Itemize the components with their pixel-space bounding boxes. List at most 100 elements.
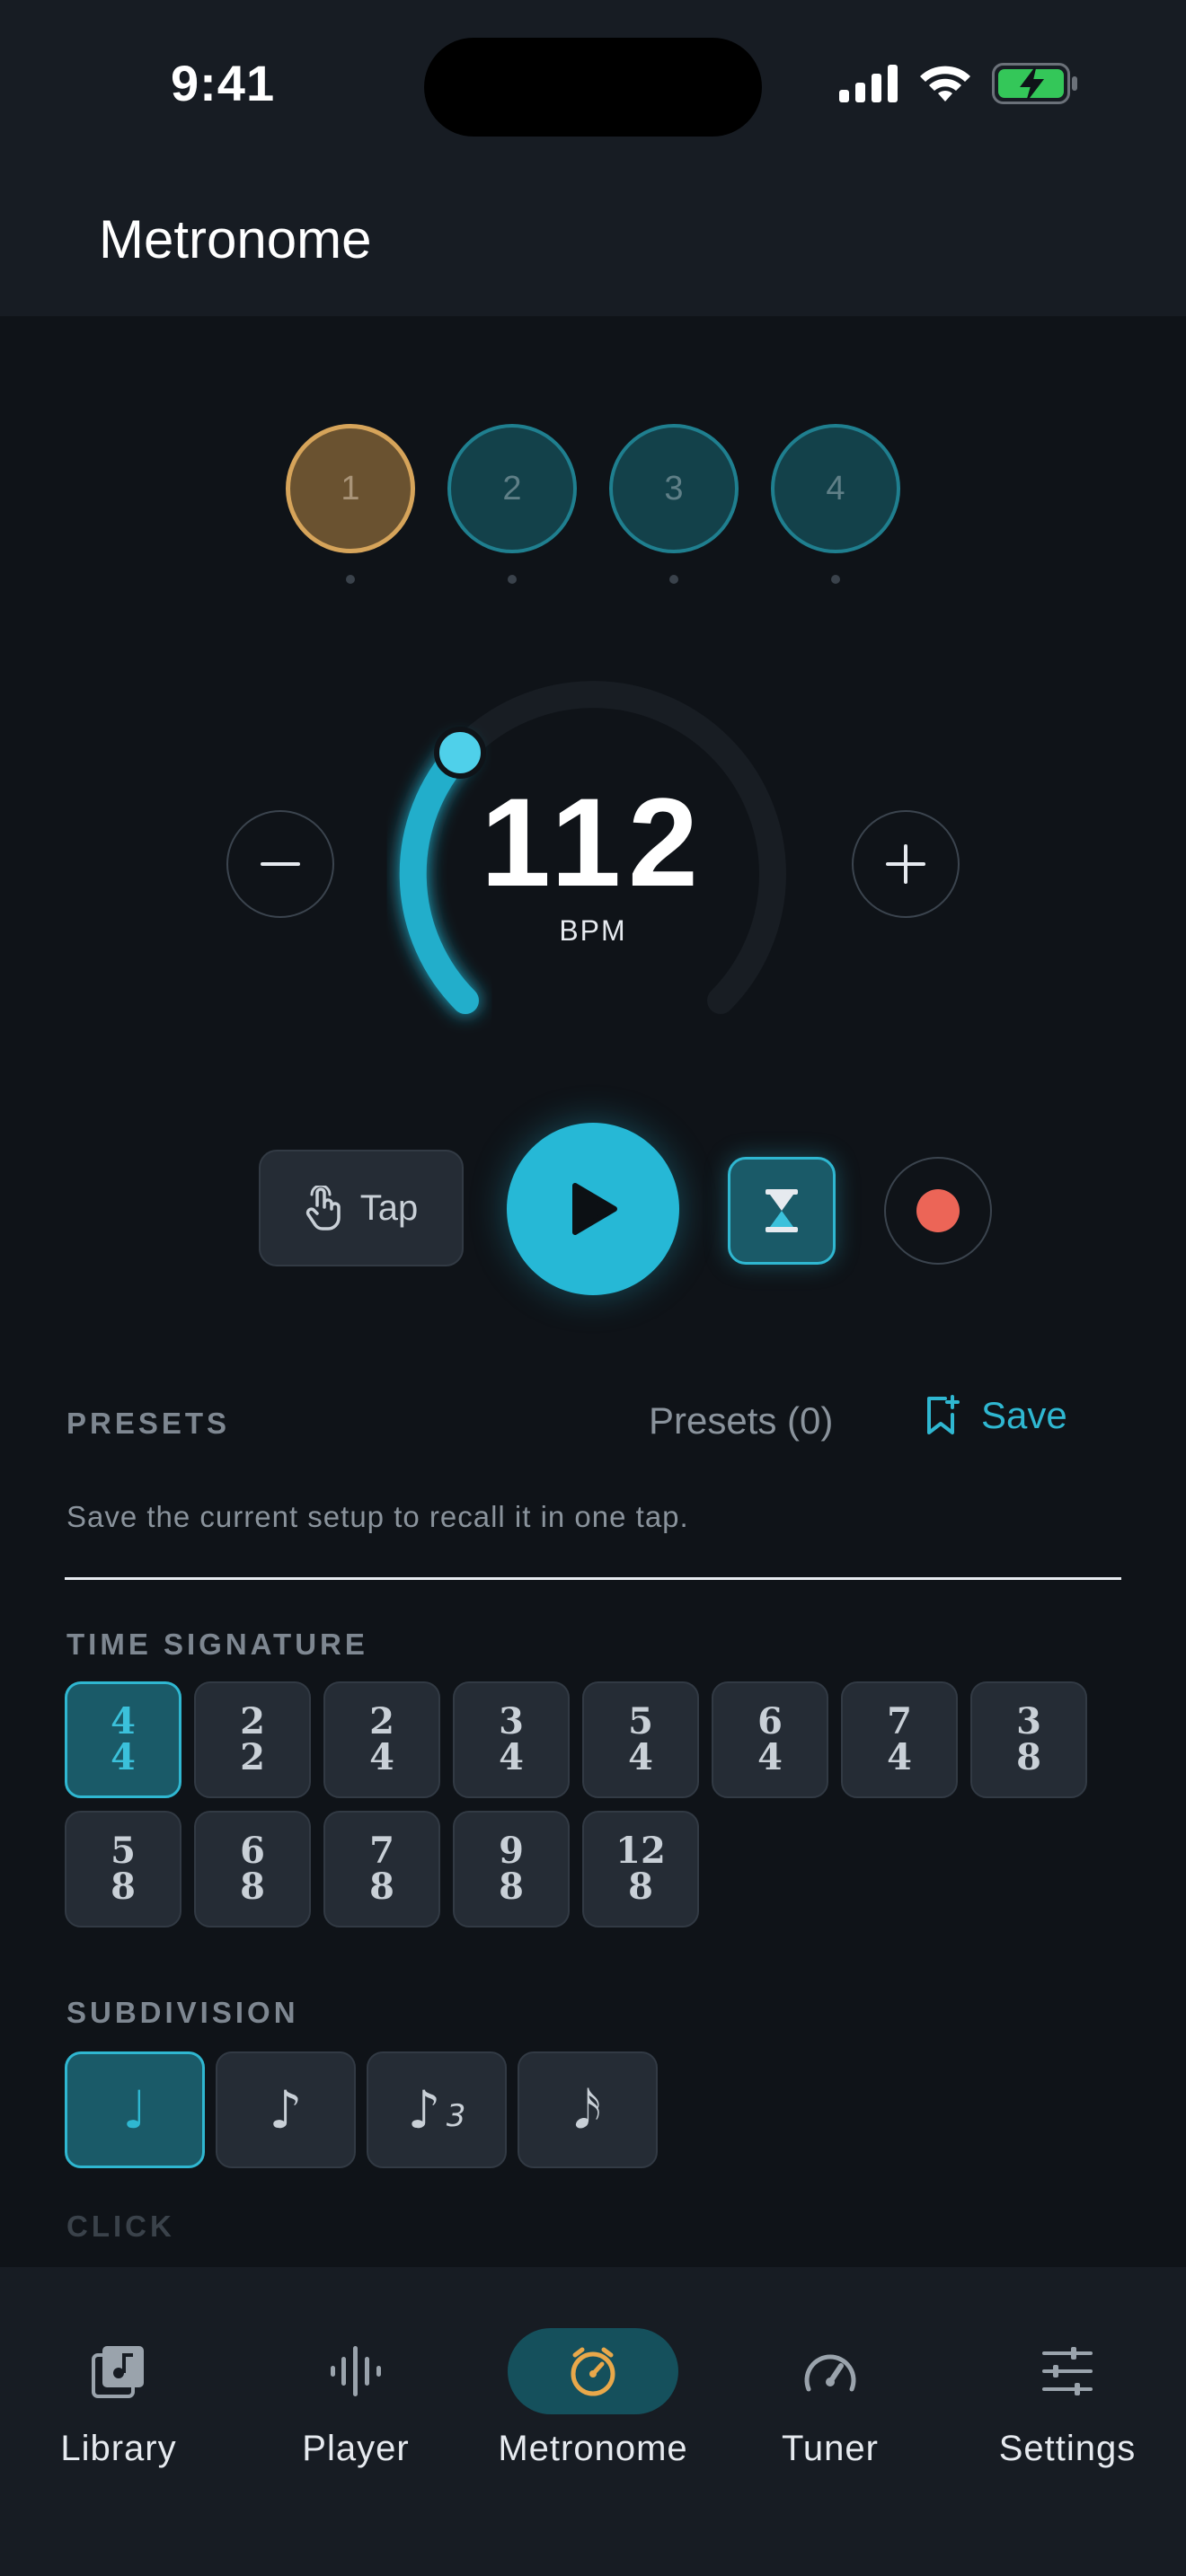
- timer-button[interactable]: [728, 1157, 836, 1265]
- time-signature-numerator: 9: [499, 1830, 524, 1872]
- tap-label: Tap: [359, 1187, 419, 1228]
- time-signature-option[interactable]: 54: [582, 1681, 699, 1798]
- bookmark-plus-icon: [927, 1395, 960, 1434]
- time-signature-numerator: 5: [111, 1830, 136, 1872]
- subdivision-option[interactable]: ♪: [216, 2051, 356, 2168]
- time-signature-numerator: 3: [1016, 1700, 1041, 1742]
- plus-icon: [886, 844, 925, 884]
- time-signature-denominator: 4: [369, 1736, 394, 1778]
- time-signature-numerator: 5: [628, 1700, 653, 1742]
- time-signature-denominator: 8: [499, 1866, 524, 1908]
- time-signature-option[interactable]: 58: [65, 1811, 181, 1928]
- tab-tuner[interactable]: Tuner: [722, 2303, 938, 2474]
- time-signature-denominator: 4: [499, 1736, 524, 1778]
- page-title: Metronome: [99, 209, 372, 269]
- time-signature-denominator: 2: [240, 1736, 265, 1778]
- save-label: Save: [981, 1394, 1067, 1436]
- time-signature-numerator: 12: [615, 1830, 666, 1872]
- play-icon: [572, 1183, 617, 1235]
- quarter-note-icon: ♩: [122, 2079, 147, 2140]
- waveform-icon: [331, 2346, 381, 2396]
- time-signature-option[interactable]: 68: [194, 1811, 311, 1928]
- subdivision-section-label: SUBDIVISION: [66, 1996, 299, 2029]
- tab-bar: Library Player Metronome Tuner Settings: [0, 2267, 1186, 2576]
- beat-indicators: 1 2 3 4: [0, 424, 1186, 568]
- section-divider: [65, 1577, 1121, 1580]
- tab-label: Library: [60, 2429, 177, 2468]
- gauge-icon: [804, 2354, 856, 2392]
- tab-label: Metronome: [498, 2429, 688, 2468]
- time-signature-numerator: 7: [369, 1830, 394, 1872]
- time-signature-numerator: 2: [240, 1700, 265, 1742]
- record-button[interactable]: [884, 1157, 992, 1265]
- time-signature-denominator: 4: [757, 1736, 783, 1778]
- signal-icon: [839, 65, 898, 102]
- presets-count-button[interactable]: Presets (0): [649, 1399, 833, 1442]
- tab-player[interactable]: Player: [248, 2303, 464, 2474]
- beat-1[interactable]: 1: [286, 424, 415, 553]
- record-icon: [916, 1189, 960, 1232]
- time-signature-option[interactable]: 74: [841, 1681, 958, 1798]
- tab-settings[interactable]: Settings: [960, 2303, 1175, 2474]
- time-signature-numerator: 3: [499, 1700, 524, 1742]
- hourglass-icon: [766, 1189, 798, 1232]
- time-signature-denominator: 4: [628, 1736, 653, 1778]
- minus-icon: [261, 862, 300, 866]
- beat-3[interactable]: 3: [609, 424, 739, 553]
- metronome-content[interactable]: 1 2 3 4 112 BPM Tap PRESETS Presets (0) …: [0, 316, 1186, 2267]
- time-signature-denominator: 8: [628, 1866, 653, 1908]
- time-signature-denominator: 4: [111, 1736, 136, 1778]
- time-signature-numerator: 2: [369, 1700, 394, 1742]
- status-icons: [839, 63, 1078, 104]
- subdivision-option[interactable]: ♪ 3: [367, 2051, 507, 2168]
- beat-2[interactable]: 2: [447, 424, 577, 553]
- tab-label: Player: [302, 2429, 410, 2468]
- time-signature-denominator: 4: [887, 1736, 912, 1778]
- subdivision-option[interactable]: 𝅘𝅥𝅯: [518, 2051, 658, 2168]
- time-signature-option[interactable]: 34: [453, 1681, 570, 1798]
- time-signature-option[interactable]: 24: [323, 1681, 440, 1798]
- tab-label: Settings: [998, 2429, 1137, 2468]
- presets-section-label: PRESETS: [66, 1407, 231, 1440]
- time-signature-option[interactable]: 22: [194, 1681, 311, 1798]
- time-signature-numerator: 7: [887, 1700, 912, 1742]
- status-time: 9:41: [171, 55, 276, 111]
- time-signature-option[interactable]: 44: [65, 1681, 181, 1798]
- time-signature-option[interactable]: 78: [323, 1811, 440, 1928]
- dynamic-island: [424, 38, 762, 137]
- sliders-icon: [1042, 2347, 1093, 2395]
- time-signature-numerator: 4: [111, 1700, 136, 1742]
- time-signature-denominator: 8: [369, 1866, 394, 1908]
- tab-library[interactable]: Library: [11, 2303, 226, 2474]
- time-signature-denominator: 8: [1016, 1736, 1041, 1778]
- triplet-note-icon: ♪: [407, 2079, 441, 2140]
- metronome-icon: [571, 2347, 615, 2396]
- time-signature-section-label: TIME SIGNATURE: [66, 1628, 368, 1661]
- time-signature-option[interactable]: 38: [970, 1681, 1087, 1798]
- wifi-icon: [920, 66, 970, 101]
- time-signature-option[interactable]: 12 8: [582, 1811, 699, 1928]
- tab-metronome[interactable]: Metronome: [485, 2303, 701, 2474]
- subdivision-option[interactable]: ♩: [65, 2051, 205, 2168]
- time-signature-option[interactable]: 98: [453, 1811, 570, 1928]
- tuplet-number: 3: [446, 2098, 466, 2134]
- decrease-tempo-button[interactable]: [226, 810, 334, 918]
- time-signature-numerator: 6: [240, 1830, 265, 1872]
- eighth-note-icon: ♪: [269, 2079, 303, 2140]
- time-signature-denominator: 8: [111, 1866, 136, 1908]
- beat-4[interactable]: 4: [771, 424, 900, 553]
- increase-tempo-button[interactable]: [852, 810, 960, 918]
- save-preset-button[interactable]: Save: [925, 1394, 1067, 1437]
- time-signature-denominator: 8: [240, 1866, 265, 1908]
- beat-dot: [346, 575, 355, 584]
- sixteenth-note-icon: 𝅘𝅥𝅯: [573, 2078, 602, 2140]
- time-signature-option[interactable]: 64: [712, 1681, 828, 1798]
- bpm-label: BPM: [559, 914, 627, 947]
- tap-tempo-button[interactable]: Tap: [259, 1150, 464, 1266]
- tab-label: Tuner: [781, 2429, 879, 2468]
- time-signature-numerator: 6: [757, 1700, 783, 1742]
- beat-dot: [831, 575, 840, 584]
- bpm-value: 112: [481, 772, 705, 913]
- library-icon: [92, 2346, 144, 2398]
- play-button[interactable]: [507, 1123, 679, 1295]
